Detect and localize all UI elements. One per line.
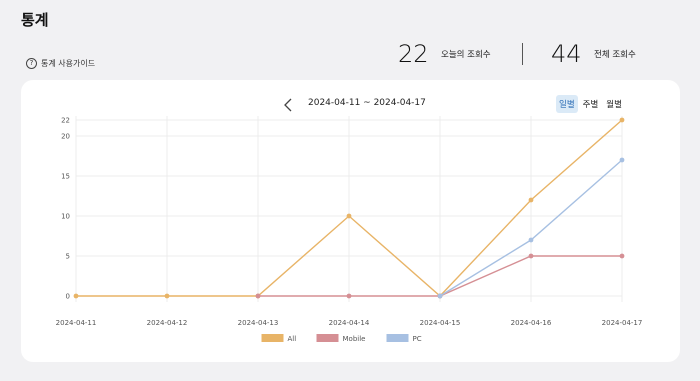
y-tick-label: 15 [61,173,70,181]
x-tick-label: 2024-04-12 [147,319,188,327]
total-views-stat: 44 전체 조회수 [551,40,636,68]
usage-guide-link[interactable]: ? 통계 사용가이드 [26,58,95,69]
data-point-mobile [255,293,261,299]
today-views-stat: 22 오늘의 조회수 [398,40,491,68]
data-point-pc [528,237,534,243]
chart-card: 2024-04-11 ~ 2024-04-17 일별 주별 월별 0 5 10 15 2… [21,80,680,362]
data-point-all [73,293,79,299]
today-views-label: 오늘의 조회수 [441,50,491,60]
legend-swatch-mobile [316,334,339,342]
x-tick-label: 2024-04-11 [56,319,97,327]
stats-divider [522,43,523,65]
data-point-mobile [528,253,534,259]
line-chart: 0 5 10 15 20 22 2024-04-11 2024-04-12 2024-04-13… [56,116,643,343]
legend-swatch-pc [386,334,409,342]
data-point-pc [619,157,625,163]
x-tick-label: 2024-04-14 [329,319,370,327]
page-title: 통계 [21,11,49,29]
y-tick-label: 5 [66,253,70,261]
x-tick-label: 2024-04-16 [511,319,552,327]
y-tick-label: 22 [61,117,70,125]
data-point-pc [437,293,443,299]
data-point-all [619,117,625,123]
data-point-all [164,293,170,299]
today-views-value: 22 [398,40,429,68]
legend-swatch-all [261,334,284,342]
legend-label-pc: PC [413,335,422,343]
data-point-all [528,197,534,203]
y-tick-label: 10 [61,213,70,221]
question-circle-icon: ? [26,58,37,69]
total-views-value: 44 [551,40,582,68]
x-tick-label: 2024-04-15 [420,319,461,327]
data-point-mobile [346,293,352,299]
x-tick-label: 2024-04-17 [602,319,643,327]
legend-label-all: All [288,335,297,343]
total-views-label: 전체 조회수 [594,50,636,60]
x-tick-label: 2024-04-13 [238,319,279,327]
usage-guide-label: 통계 사용가이드 [41,59,96,68]
y-tick-label: 0 [66,293,70,301]
data-point-mobile [619,253,625,259]
data-point-all [346,213,352,219]
legend-label-mobile: Mobile [343,335,366,343]
y-tick-label: 20 [61,133,70,141]
